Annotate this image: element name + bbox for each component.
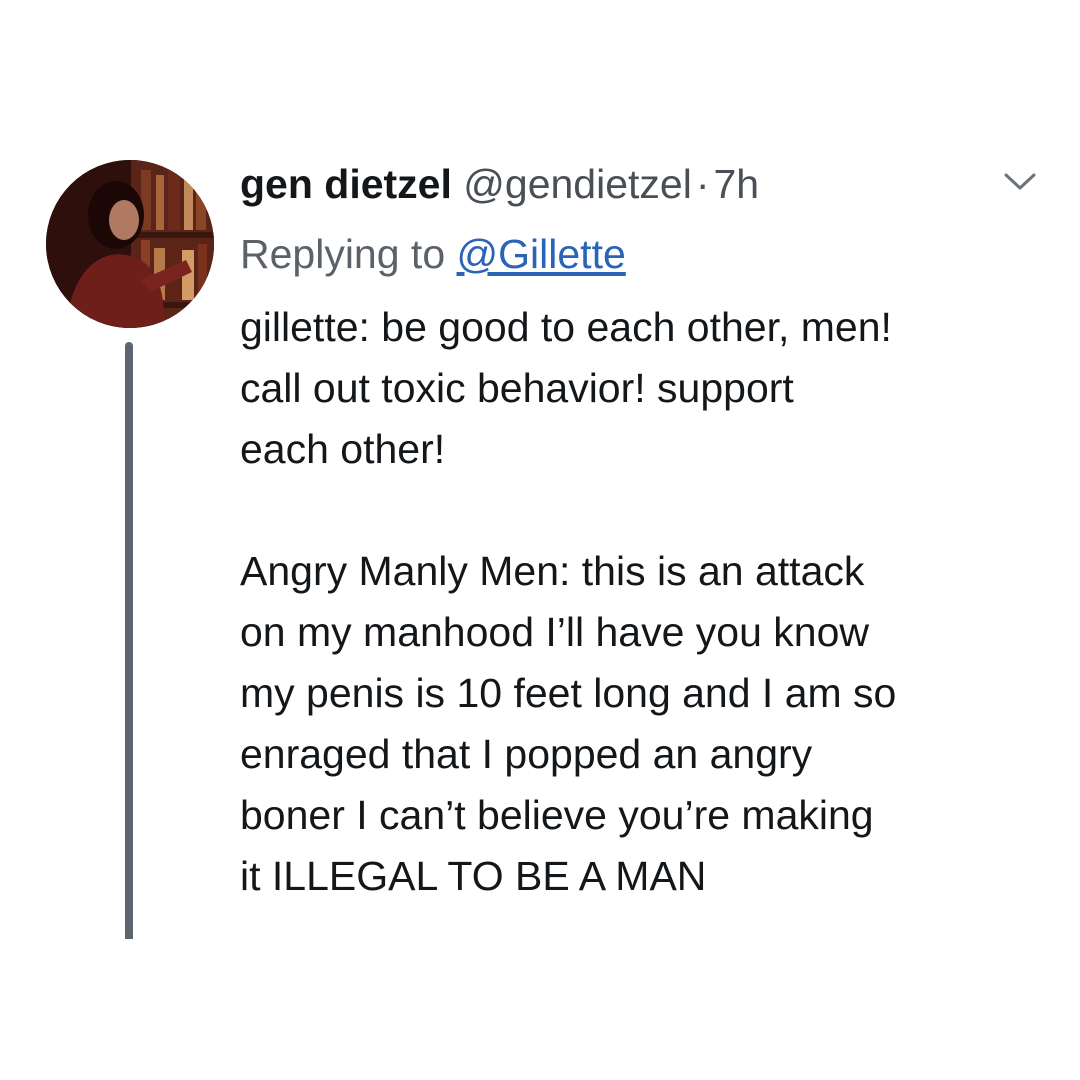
avatar-photo [46,160,214,328]
tweet-text-line: each other! [240,426,446,472]
dot-separator: · [695,161,710,207]
thread-connector-line [125,342,133,939]
tweet-text-line: gillette: be good to each other, men! [240,304,892,350]
replying-to-link[interactable]: @Gillette [457,231,626,277]
chevron-down-icon[interactable] [1000,166,1040,196]
tweet-text-line: boner I can’t believe you’re making [240,792,874,838]
replying-to-label: Replying to [240,231,446,277]
tweet-text-line: on my manhood I’ll have you know [240,609,870,655]
paragraph-break [240,480,1040,541]
user-handle[interactable]: @gendietzel [463,161,692,207]
tweet-text-line: it ILLEGAL TO BE A MAN [240,853,707,899]
tweet-text-line: my penis is 10 feet long and I am so [240,670,897,716]
tweet-text-line: call out toxic behavior! support [240,365,794,411]
display-name[interactable]: gen dietzel [240,161,452,207]
tweet-header: gen dietzel @gendietzel·7h [240,158,759,210]
tweet-text-line: enraged that I popped an angry [240,731,813,777]
tweet-text: gillette: be good to each other, men! ca… [240,297,1040,907]
tweet-timestamp[interactable]: 7h [713,161,759,207]
replying-to: Replying to @Gillette [240,228,626,280]
avatar[interactable] [46,160,214,328]
tweet-text-line: Angry Manly Men: this is an attack [240,548,865,594]
